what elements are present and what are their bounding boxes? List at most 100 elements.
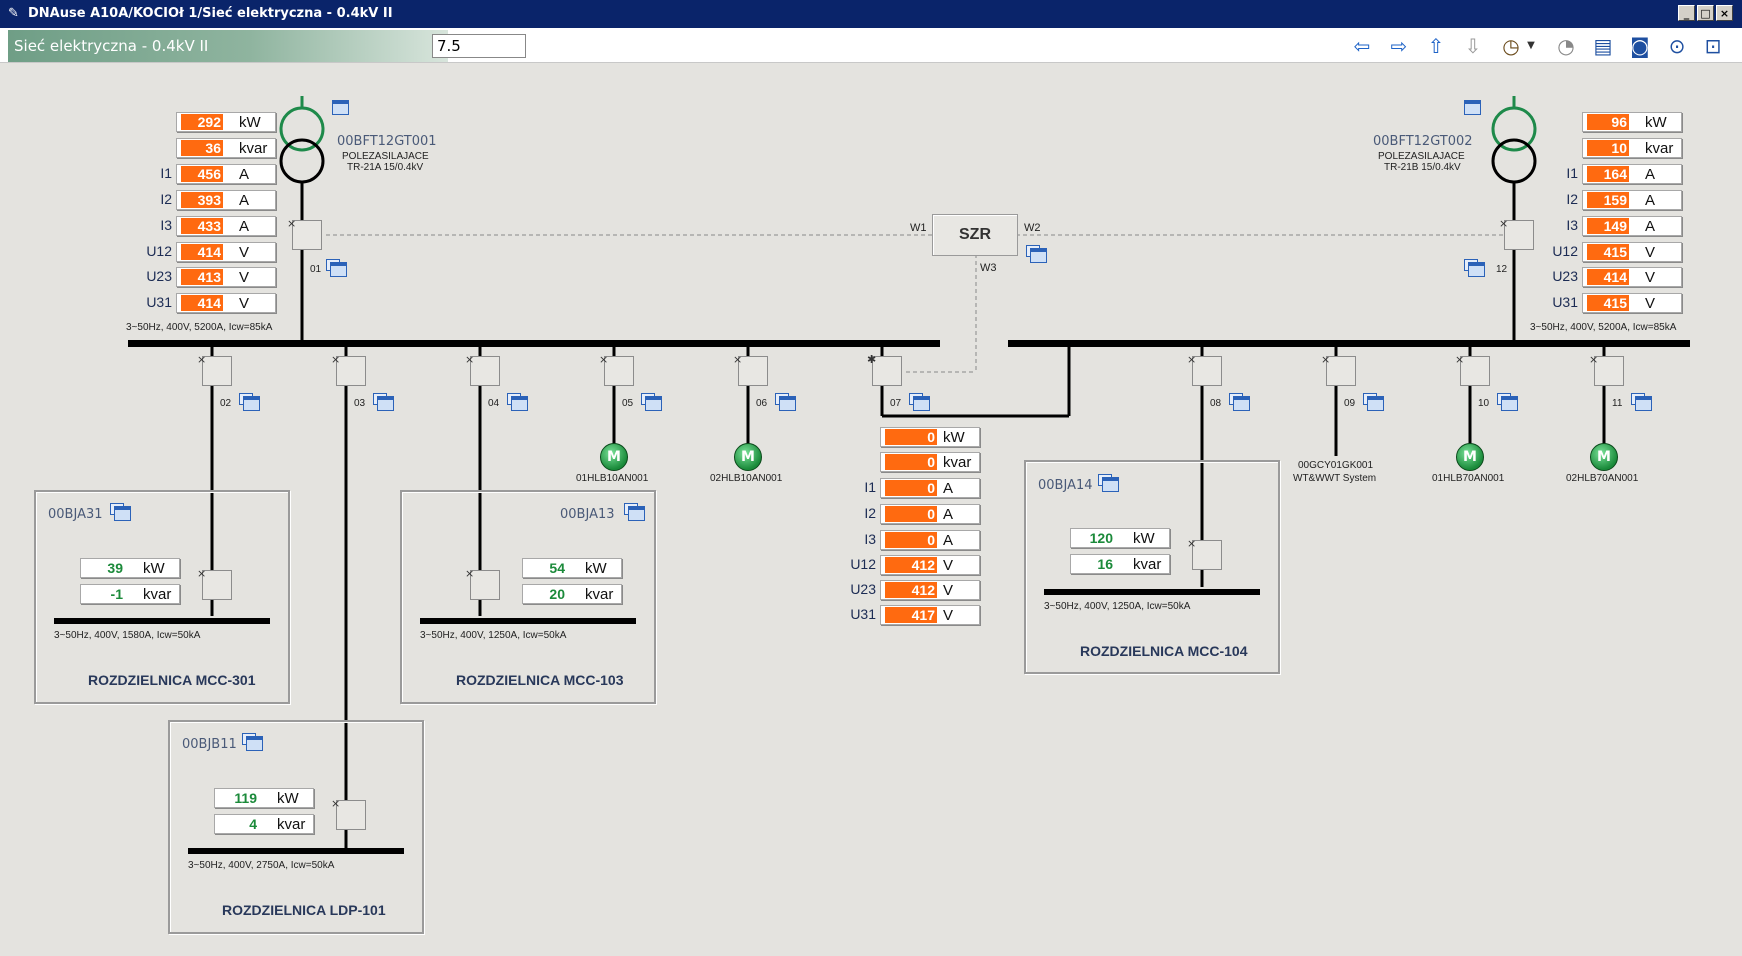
tr-left-u23-box: 413 V	[176, 267, 276, 287]
tr-right-i2-value: 159	[1587, 192, 1629, 208]
motor-05-icon[interactable]: M	[600, 443, 628, 471]
board-mcc104-busbar	[1044, 589, 1260, 595]
tr-right-u23-box: 414 V	[1582, 267, 1682, 287]
unit-label: kvar	[943, 454, 972, 471]
feeder-09-window-icon[interactable]	[1363, 393, 1384, 411]
tie07-i2-box: 0A	[880, 504, 980, 524]
unit-label: V	[1645, 269, 1656, 286]
board-mcc104-breaker[interactable]: ×	[1187, 537, 1222, 570]
breaker-01[interactable]: ×	[287, 217, 322, 250]
board-mcc103-window-icon[interactable]	[624, 503, 645, 521]
feeder-06-window-icon[interactable]	[775, 393, 796, 411]
mcc301-kw-value: 39	[107, 560, 123, 576]
transformer-left-desc2: TR-21A 15/0.4kV	[347, 162, 424, 173]
feeder-08-window-icon[interactable]	[1229, 393, 1250, 411]
board-ldp101-busbar	[188, 848, 404, 854]
breaker-04[interactable]: ×	[465, 353, 500, 386]
mcc103-kw-box: 54 kW	[522, 558, 622, 578]
breaker-12[interactable]: ×	[1499, 217, 1534, 250]
tr-left-kw-box: 292 kW	[176, 112, 276, 132]
tr-right-i1-value: 164	[1587, 166, 1629, 182]
unit-label: V	[239, 295, 250, 312]
label-u23: U23	[1552, 268, 1578, 284]
label-u23: U23	[850, 581, 876, 597]
board-mcc301-busbar	[54, 618, 270, 624]
busbar-left-rating: 3~50Hz, 400V, 5200A, Icw=85kA	[126, 322, 273, 333]
unit-label: V	[239, 244, 250, 261]
label-i2: I2	[864, 505, 876, 521]
transformer-left-window-icon[interactable]	[332, 100, 349, 115]
breaker-08[interactable]: ×	[1187, 353, 1222, 386]
unit-label: A	[943, 532, 954, 549]
unit-label: V	[943, 582, 954, 599]
board-mcc301-breaker[interactable]: ×	[197, 567, 232, 600]
breaker-05[interactable]: ×	[599, 353, 634, 386]
feeder-10-label: 10	[1478, 398, 1490, 409]
tr-right-i3-box: 149 A	[1582, 216, 1682, 236]
feeder-09-label: 09	[1344, 398, 1356, 409]
motor-06-code: 02HLB10AN001	[710, 473, 783, 484]
szr-block[interactable]: SZR	[932, 214, 1018, 256]
transformer-right-window-icon[interactable]	[1464, 100, 1481, 115]
transformer-left-code: 00BFT12GT001	[337, 134, 437, 149]
szr-window-icon[interactable]	[1026, 245, 1047, 263]
motor-06-icon[interactable]: M	[734, 443, 762, 471]
motor-11-icon[interactable]: M	[1590, 443, 1618, 471]
unit-label: V	[1645, 295, 1656, 312]
unit-label: A	[1645, 218, 1656, 235]
tr-right-kvar-value: 10	[1587, 140, 1629, 156]
mcc104-kvar-box: 16 kvar	[1070, 554, 1170, 574]
unit-label: A	[239, 192, 250, 209]
feeder-11-window-icon[interactable]	[1631, 393, 1652, 411]
tr-right-u31-box: 415 V	[1582, 293, 1682, 313]
board-ldp101-window-icon[interactable]	[242, 733, 263, 751]
feeder-07-window-icon[interactable]	[909, 393, 930, 411]
mcc301-kvar-box: -1 kvar	[80, 584, 180, 604]
unit-label: kvar	[1645, 140, 1674, 157]
tr-right-kw-box: 96 kW	[1582, 112, 1682, 132]
unit-label: A	[943, 506, 954, 523]
breaker-11[interactable]: ×	[1589, 353, 1624, 386]
motor-10-icon[interactable]: M	[1456, 443, 1484, 471]
breaker-02[interactable]: ×	[197, 353, 232, 386]
tie07-u23-box: 412 V	[880, 580, 980, 600]
breaker-09[interactable]: ×	[1321, 353, 1356, 386]
label-i3: I3	[864, 531, 876, 547]
tr-right-i2-box: 159 A	[1582, 190, 1682, 210]
board-mcc104-name: ROZDZIELNICA MCC-104	[1080, 643, 1248, 659]
transformer-right-desc2: TR-21B 15/0.4kV	[1384, 162, 1461, 173]
breaker-06[interactable]: ×	[733, 353, 768, 386]
feeder-05-window-icon[interactable]	[641, 393, 662, 411]
feeder-02-window-icon[interactable]	[239, 393, 260, 411]
tr-left-u12-value: 414	[181, 244, 223, 260]
tie07-kvar-value: 0	[885, 454, 937, 470]
label-i3: I3	[160, 217, 172, 233]
feeder-01-window-icon[interactable]	[326, 259, 347, 277]
tr-right-u23-value: 414	[1587, 269, 1629, 285]
tr-right-u31-value: 415	[1587, 295, 1629, 311]
tr-right-u12-value: 415	[1587, 244, 1629, 260]
tr-left-kvar-value: 36	[181, 140, 223, 156]
breaker-07[interactable]: ✱	[867, 353, 902, 386]
feeder-10-window-icon[interactable]	[1497, 393, 1518, 411]
unit-label: A	[943, 480, 954, 497]
tie07-u31-value: 417	[885, 607, 937, 623]
transformer-right-desc1: POLEZASILAJACE	[1378, 151, 1465, 162]
feeder-03-window-icon[interactable]	[373, 393, 394, 411]
breaker-03[interactable]: ×	[331, 353, 366, 386]
mcc301-kw-box: 39 kW	[80, 558, 180, 578]
board-ldp101-name: ROZDZIELNICA LDP-101	[222, 902, 386, 918]
feeder-12-window-icon[interactable]	[1464, 259, 1485, 277]
unit-label: kW	[943, 429, 965, 446]
board-mcc301-window-icon[interactable]	[110, 503, 131, 521]
tr-left-i3-value: 433	[181, 218, 223, 234]
feeder-04-window-icon[interactable]	[507, 393, 528, 411]
label-u12: U12	[1552, 243, 1578, 259]
board-mcc104-window-icon[interactable]	[1098, 474, 1119, 492]
tr-left-i1-box: 456 A	[176, 164, 276, 184]
szr-w2-label: W2	[1024, 222, 1041, 234]
unit-label: V	[1645, 244, 1656, 261]
board-mcc103-breaker[interactable]: ×	[465, 567, 500, 600]
breaker-10[interactable]: ×	[1455, 353, 1490, 386]
board-ldp101-breaker[interactable]: ×	[331, 797, 366, 830]
